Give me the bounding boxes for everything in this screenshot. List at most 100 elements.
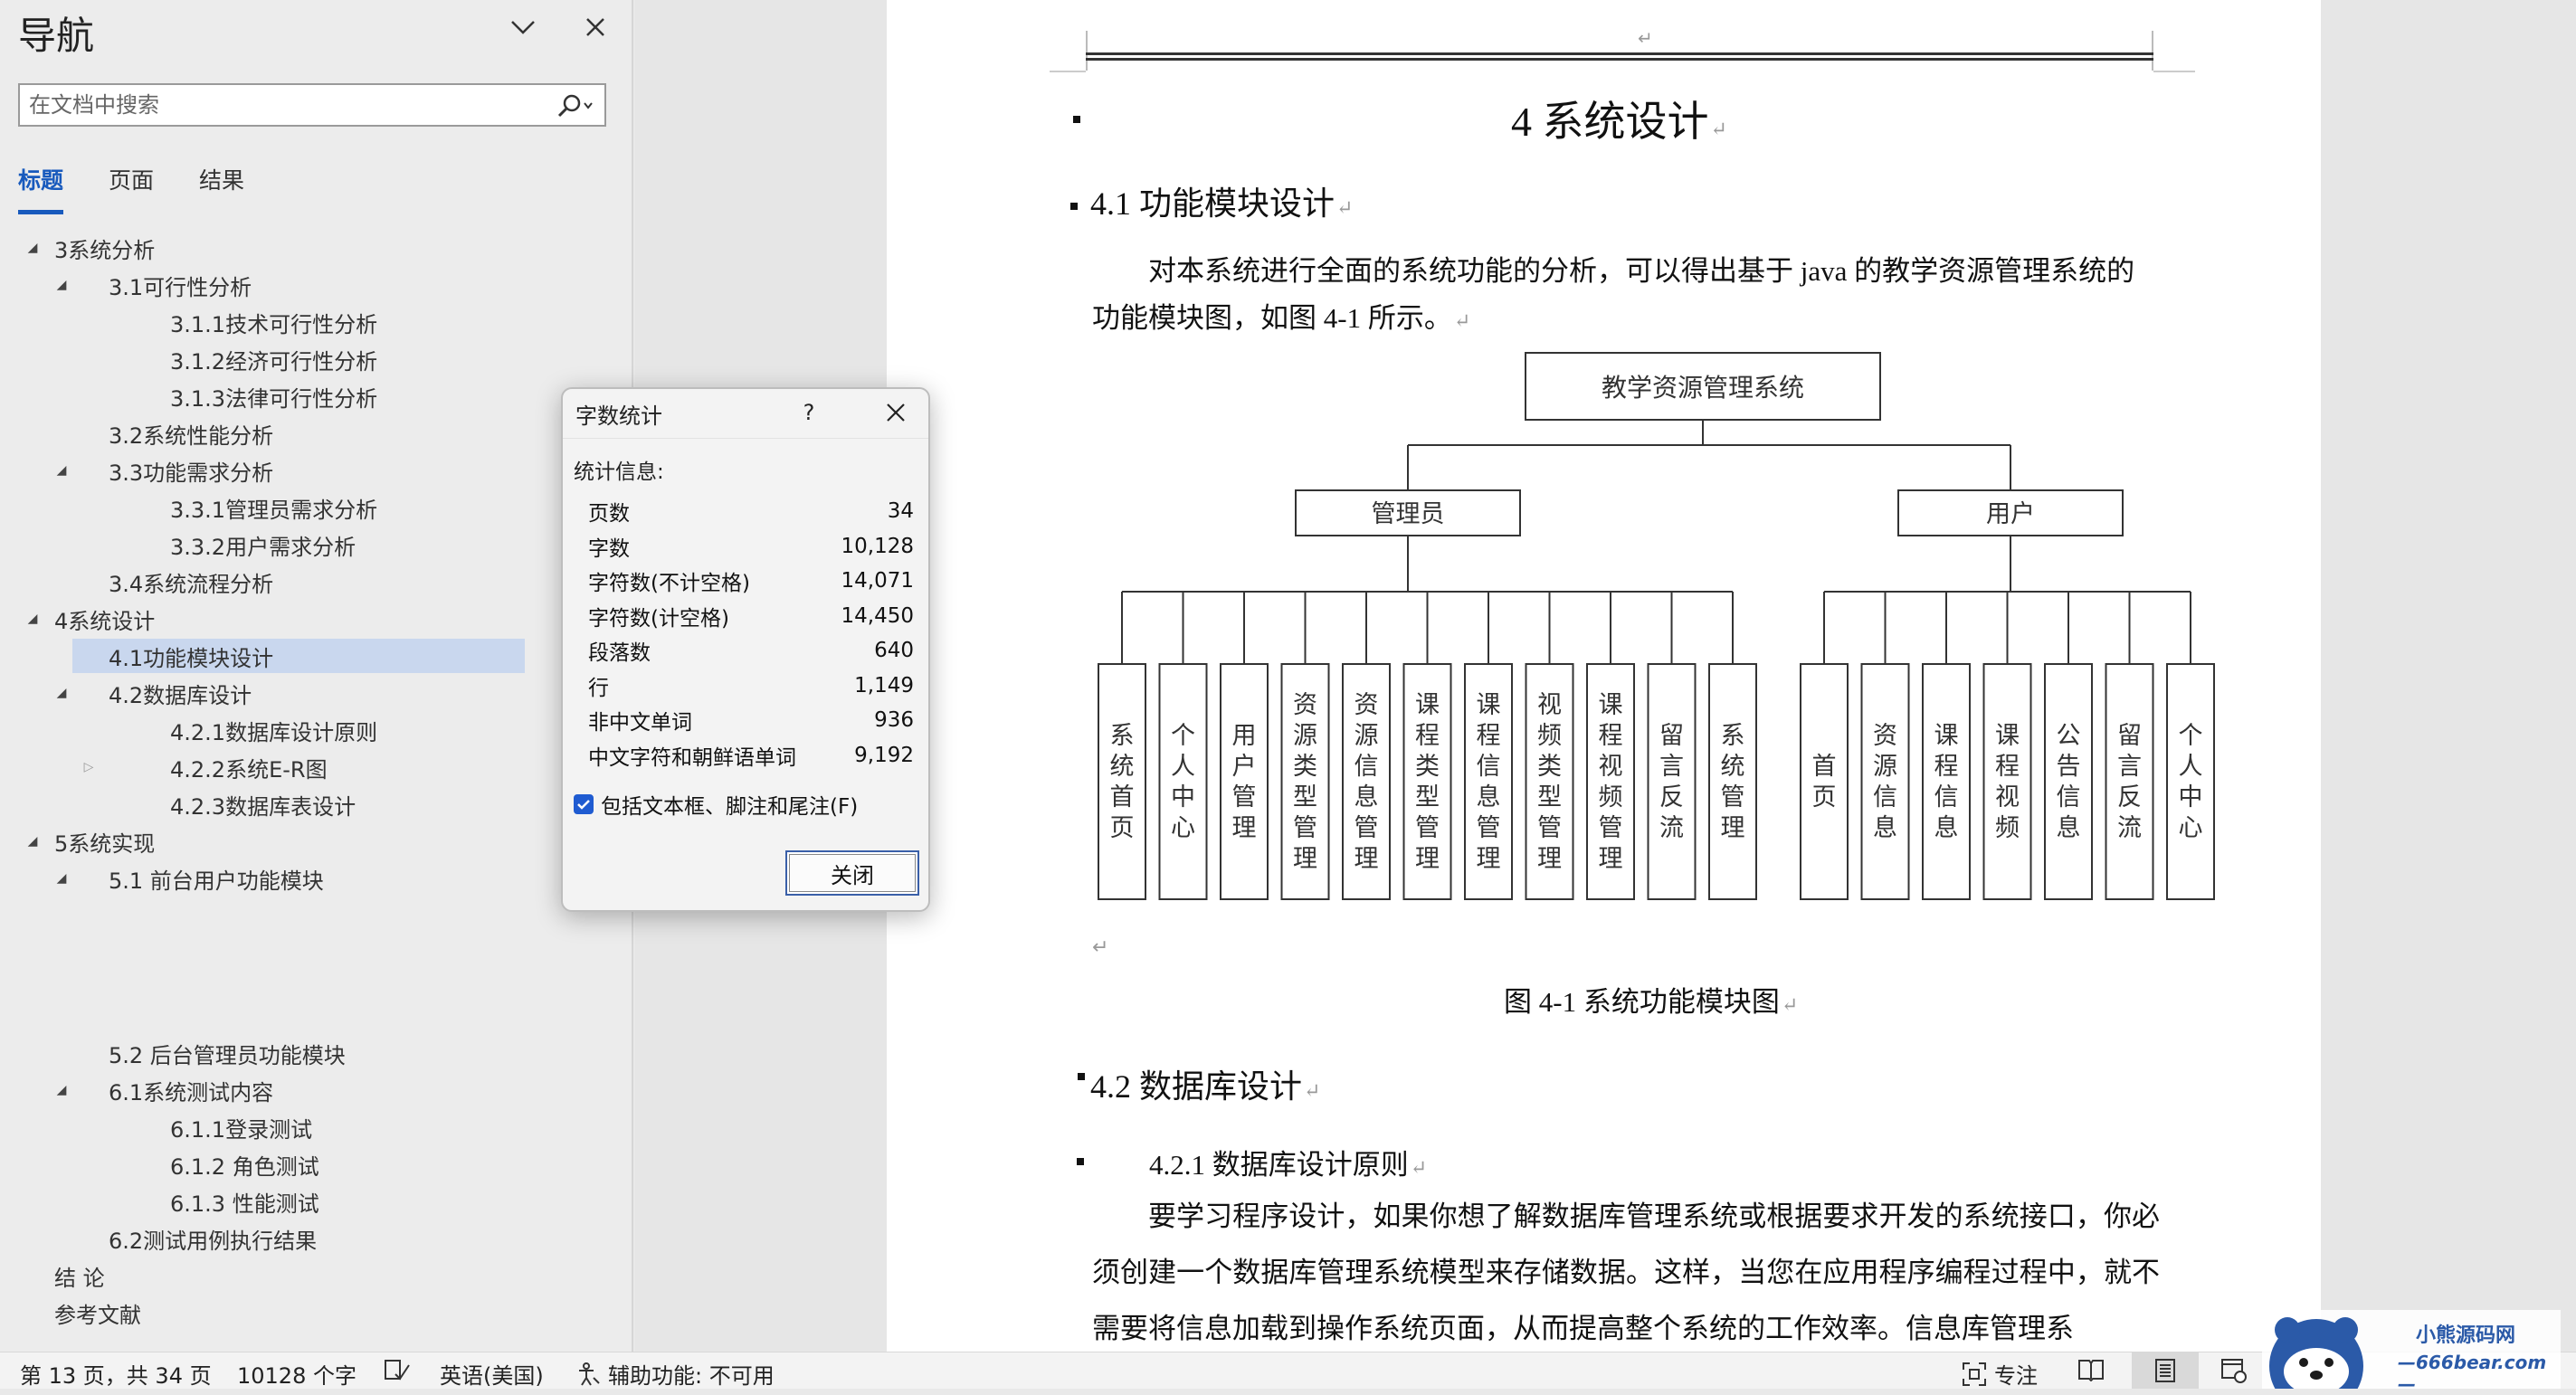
diagram-leaf-label: 资源信息管理 [1355,691,1379,873]
nav-tree-item[interactable]: ◢ 5.1 前台用户功能模块 [0,861,633,896]
collapse-triangle-icon[interactable]: ▷ [80,750,98,784]
nav-search-input[interactable] [29,90,536,119]
diagram-leaf-char: 个 [2179,722,2203,750]
page-count-status[interactable]: 第 13 页，共 34 页 [20,1358,212,1390]
diagram-leaf-char: 管 [1477,814,1501,842]
status-bar: 第 13 页，共 34 页 10128 个字 英语(美国) 辅助功能: 不可用 … [0,1352,2576,1389]
expand-triangle-icon[interactable]: ◢ [24,231,42,265]
nav-tree-item[interactable]: 4.2.3数据库表设计 [0,787,633,821]
diagram-leaf-char: 源 [1355,722,1379,750]
nav-tree-item[interactable]: 6.1.3 性能测试 [0,1184,633,1219]
help-button[interactable]: ? [789,393,829,432]
nav-tree-item[interactable]: 3.3.1管理员需求分析 [0,490,633,525]
read-mode-icon[interactable] [2077,1358,2105,1381]
nav-tree-item[interactable]: 4.2.1数据库设计原则 [0,713,633,747]
diagram-leaf-label: 课程信息 [1934,722,1959,842]
nav-tree-label: 3.3.1管理员需求分析 [170,497,378,523]
word-count-status[interactable]: 10128 个字 [237,1358,356,1390]
tab-results[interactable]: 结果 [199,163,244,214]
proofing-icon[interactable] [384,1358,411,1381]
expand-triangle-icon[interactable]: ◢ [52,861,71,896]
diagram-leaf-char: 视 [1995,783,2020,811]
nav-tree-item[interactable]: ◢ 3.3功能需求分析 [0,453,633,488]
diagram-leaf-char: 资 [1355,691,1379,719]
diagram-leaf-box [1158,663,1208,900]
nav-tree-item[interactable]: 3.1.1技术可行性分析 [0,305,633,339]
diagram-leaf-char: 管 [1415,814,1440,842]
nav-options-chevron-icon[interactable] [507,11,539,43]
checkbox-label: 包括文本框、脚注和尾注(F) [601,795,859,819]
nav-tree-label: 6.1.2 角色测试 [170,1153,319,1180]
diagram-leaf-char: 管 [1721,783,1745,811]
nav-tree-label: 6.1系统测试内容 [109,1079,274,1106]
diagram-leaf-box [1708,663,1757,900]
nav-tree-item[interactable]: ▷ 4.2.2系统E-R图 [0,750,633,784]
diagram-leaf-char: 信 [1477,753,1501,781]
diagram-leaf-label: 系统首页 [1110,722,1135,842]
nav-tree-item[interactable]: ◢ 4.2数据库设计 [0,676,633,710]
diagram-leaf-char: 课 [1934,722,1959,750]
nav-tabs: 标题 页面 结果 [18,163,244,214]
diagram-leaf-char: 信 [2057,783,2081,811]
print-layout-icon[interactable] [2132,1352,2199,1389]
nav-tree-item[interactable]: ◢ 3系统分析 [0,231,633,265]
nav-tree-item[interactable]: 3.1.3法律可行性分析 [0,379,633,413]
diagram-leaf-char: 统 [1721,753,1745,781]
tab-headings[interactable]: 标题 [18,163,64,214]
diagram-leaf-char: 管 [1537,814,1562,842]
stat-row: 行 1,149 [588,669,914,703]
nav-tree-item[interactable]: 结 论 [0,1258,633,1293]
nav-tree-item[interactable]: 3.4系统流程分析 [0,565,633,599]
expand-triangle-icon[interactable]: ◢ [52,676,71,710]
diagram-leaf-char: 户 [1232,753,1257,781]
diagram-group-label: 管理员 [1372,500,1445,528]
nav-tree-item[interactable]: 6.2测试用例执行结果 [0,1221,633,1256]
nav-tree-item[interactable]: 3.3.2用户需求分析 [0,527,633,562]
nav-tree-item[interactable]: ◢ 3.1可行性分析 [0,268,633,302]
diagram-leaf-char: 系 [1110,722,1135,750]
nav-tree-item[interactable]: 5.2 后台管理员功能模块 [0,1036,633,1070]
nav-tree-item[interactable]: 6.1.1登录测试 [0,1110,633,1144]
nav-tree-label: 3.1.2经济可行性分析 [170,348,378,375]
expand-triangle-icon[interactable]: ◢ [24,824,42,859]
nav-tree-label: 3.1.1技术可行性分析 [170,311,378,337]
web-layout-icon[interactable] [2220,1358,2248,1383]
focus-mode-button[interactable]: 专注 [1962,1358,2038,1390]
nav-tree-label: 4.2.3数据库表设计 [170,793,356,820]
search-icon[interactable] [552,90,597,121]
nav-tree-item[interactable]: 参考文献 [0,1295,633,1330]
diagram-leaf-char: 息 [1873,814,1897,842]
dialog-close-icon[interactable] [869,393,923,432]
nav-tree-label: 6.1.1登录测试 [170,1116,313,1143]
tab-pages[interactable]: 页面 [109,163,154,214]
nav-tree-item[interactable]: ◢ 6.1系统测试内容 [0,1073,633,1107]
diagram-leaf-char: 信 [1934,783,1959,811]
diagram-leaf-label: 课程类型管理 [1415,691,1440,873]
language-status[interactable]: 英语(美国) [440,1358,544,1390]
diagram-leaf-box [2166,663,2215,900]
stat-value: 14,071 [841,569,914,593]
accessibility-status[interactable]: 辅助功能: 不可用 [575,1358,775,1390]
checkbox-checked-icon[interactable] [574,794,594,814]
nav-tree-label: 4系统设计 [54,608,156,634]
close-button[interactable]: 关闭 [785,850,919,896]
nav-close-icon[interactable] [579,11,612,43]
include-textboxes-checkbox[interactable]: 包括文本框、脚注和尾注(F) [574,789,858,820]
expand-triangle-icon[interactable]: ◢ [52,1073,71,1107]
nav-tree-item[interactable]: ◢ 5系统实现 [0,824,633,859]
diagram-leaf-char: 言 [1659,753,1684,781]
expand-triangle-icon[interactable]: ◢ [52,453,71,488]
stat-row: 字符数(不计空格) 14,071 [588,564,914,598]
nav-tree-item[interactable]: 6.1.2 角色测试 [0,1147,633,1181]
nav-tree-item[interactable]: 3.1.2经济可行性分析 [0,342,633,376]
diagram-leaf-char: 理 [1355,845,1379,873]
diagram-leaf-label: 视频类型管理 [1537,691,1562,873]
nav-tree-item[interactable]: ◢ 4系统设计 [0,602,633,636]
expand-triangle-icon[interactable]: ◢ [52,268,71,302]
expand-triangle-icon[interactable]: ◢ [24,602,42,636]
nav-tree-item[interactable]: 4.1功能模块设计 [72,639,525,673]
nav-tree-item[interactable]: 3.2系统性能分析 [0,416,633,451]
nav-tree-label: 3.3功能需求分析 [109,460,274,486]
stat-row: 非中文单词 936 [588,703,914,737]
nav-title: 导航 [18,14,95,58]
